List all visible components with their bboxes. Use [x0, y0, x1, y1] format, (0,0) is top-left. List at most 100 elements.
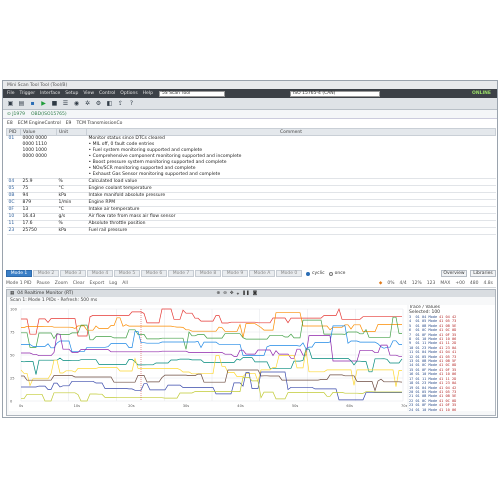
- cursor-icon[interactable]: ⌖: [237, 291, 240, 297]
- pid-row[interactable]: 04 25.9% Calculated load value: [6, 178, 496, 186]
- play-icon[interactable]: ▶: [39, 99, 48, 108]
- pid-row[interactable]: 0C 879 1/min Engine RPM: [6, 199, 496, 207]
- pid-cell-pid: 04: [6, 178, 21, 186]
- menu-interface[interactable]: Interface: [39, 91, 61, 96]
- legend-item[interactable]: Export: [90, 281, 105, 286]
- mode-button[interactable]: Mode 3: [60, 270, 86, 277]
- plot-tools: ⊕ ⊖ ✥ ⌖ ❚❚ ◙: [216, 291, 257, 297]
- zoom-out-icon[interactable]: ⊖: [223, 291, 227, 297]
- pid-cell-pid: 0F: [6, 206, 21, 214]
- legend-value: 4.8s: [483, 281, 493, 286]
- pid-cell-unit: %: [56, 220, 87, 228]
- col-unit[interactable]: Unit: [56, 128, 87, 136]
- pid-cell-unit: °C: [56, 185, 87, 193]
- pause-icon[interactable]: ❚❚: [242, 291, 250, 297]
- export-icon[interactable]: ⇪: [116, 99, 125, 108]
- mode-button[interactable]: Mode 0: [276, 270, 302, 277]
- connection-status: ONLINE: [472, 91, 491, 96]
- signal-trace: [21, 316, 402, 350]
- col-comment[interactable]: Comment: [86, 128, 496, 136]
- pid-row[interactable]: 23 25750 kPa Fuel rail pressure: [6, 227, 496, 235]
- legend-item[interactable]: Mode 1 PID: [6, 281, 32, 286]
- pid-cell-comment: Calculated load value: [86, 178, 496, 186]
- toolbar: ▣ ▤ ▪ ▶ ■ ☰ ◉ ✲ ⚙ ◧ ⇪ ?: [3, 98, 497, 110]
- pid-cell-comment: Air flow rate from mass air flow sensor: [86, 213, 496, 221]
- pid-cell-value: 17.6: [20, 220, 57, 228]
- gear-icon[interactable]: ⚙: [94, 99, 103, 108]
- pid-row[interactable]: 01 0000 0000 0000 1110 1000 1000 0000 000…: [6, 135, 496, 179]
- pid-cell-value: 13: [20, 206, 57, 214]
- menu-view[interactable]: View: [82, 91, 95, 96]
- legend-item[interactable]: Pause: [37, 281, 50, 286]
- legend-item[interactable]: Zoom: [55, 281, 68, 286]
- pid-row[interactable]: 10 16.43 g/s Air flow rate from mass air fl…: [6, 213, 496, 221]
- scan-tool-select[interactable]: 5S Scan Tool: [158, 90, 225, 97]
- trace-row[interactable]: 24 01 10 Mode 41 10 06: [409, 408, 495, 411]
- trace-list[interactable]: 3 01 04 Mode 41 04 42 4 01 05 Mode 41 05 73…: [409, 315, 495, 411]
- col-value[interactable]: Value: [20, 128, 57, 136]
- pid-cell-value: 879: [20, 199, 57, 207]
- help-icon[interactable]: ?: [127, 99, 136, 108]
- realtime-plot[interactable]: 100 75 50 25 0 0s 10s 20s 30s 40s 50s 60s 70s: [9, 305, 407, 411]
- ecu-name[interactable]: ECM EngineControl: [18, 121, 61, 126]
- mode-button[interactable]: Mode 2: [33, 270, 59, 277]
- mode-button[interactable]: Mode 9: [222, 270, 248, 277]
- zoom-in-icon[interactable]: ⊕: [216, 291, 220, 297]
- open-icon[interactable]: ▤: [17, 99, 26, 108]
- legend-value: 0%: [387, 281, 395, 286]
- x-tick-label: 50s: [292, 404, 299, 408]
- mode-name[interactable]: TCM TransmissionCo: [76, 121, 122, 126]
- mode-button[interactable]: Mode 8: [195, 270, 221, 277]
- mode-button[interactable]: Mode 1: [6, 270, 32, 277]
- libraries-button[interactable]: Libraries: [470, 270, 496, 277]
- stop-icon[interactable]: ■: [50, 99, 59, 108]
- settings-icon[interactable]: ✲: [83, 99, 92, 108]
- pid-cell-pid: 01: [6, 135, 21, 179]
- col-pid[interactable]: PID: [6, 128, 21, 136]
- camera-icon[interactable]: ◙: [253, 291, 257, 297]
- mode-button[interactable]: Mode A: [249, 270, 275, 277]
- menu-setup[interactable]: Setup: [64, 91, 79, 96]
- mode-button[interactable]: Mode 6: [141, 270, 167, 277]
- save-icon[interactable]: ▣: [6, 99, 15, 108]
- legend-item[interactable]: Clear: [73, 281, 85, 286]
- pid-cell-pid: 23: [6, 227, 21, 235]
- menu-control[interactable]: Control: [98, 91, 116, 96]
- mode-button[interactable]: Mode 4: [87, 270, 113, 277]
- y-tick-label: 50: [10, 354, 15, 358]
- menu-trigger[interactable]: Trigger: [19, 91, 37, 96]
- legend-item[interactable]: All: [122, 281, 128, 286]
- x-tick-label: 10s: [74, 404, 81, 408]
- menu-file[interactable]: File: [6, 91, 16, 96]
- pid-row[interactable]: 0F 13 °C Intake air temperature: [6, 206, 496, 214]
- filter-icon[interactable]: ◧: [105, 99, 114, 108]
- pid-cell-value: 25.9: [20, 178, 57, 186]
- radio-once[interactable]: once: [328, 271, 345, 276]
- legend-value: +00: [455, 281, 465, 286]
- radio-cyclic-label: cyclic: [312, 271, 325, 276]
- mode-button[interactable]: Mode 7: [168, 270, 194, 277]
- signal-trace: [21, 312, 402, 338]
- signal-trace: [21, 377, 402, 402]
- tab-j1979[interactable]: ⊙ J1979: [7, 112, 25, 117]
- pan-icon[interactable]: ✥: [230, 291, 234, 297]
- overview-button[interactable]: Overview: [441, 270, 467, 277]
- pid-row[interactable]: 0B 94 kPa Intake manifold absolute pressure: [6, 192, 496, 200]
- window-title: Mini Scan Tool Tool (Tool/B): [7, 82, 68, 88]
- legend-item[interactable]: Log: [109, 281, 117, 286]
- mode-button[interactable]: Mode 5: [114, 270, 140, 277]
- pid-cell-pid: 05: [6, 185, 21, 193]
- list-icon[interactable]: ☰: [61, 99, 70, 108]
- radio-cyclic[interactable]: cyclic: [306, 271, 325, 276]
- menu-help[interactable]: Help: [142, 91, 154, 96]
- tab-obd[interactable]: OBD(ISO15765): [31, 112, 67, 117]
- pid-cell-unit: kPa: [56, 227, 87, 235]
- pid-row[interactable]: 11 17.6% Absolute throttle position: [6, 220, 496, 228]
- mode-selector-bar: Mode 1 Mode 2 Mode 3 Mode 4 Mode 5 Mode …: [6, 269, 496, 278]
- protocol-select[interactable]: ISO 15765-4 (CAN): [289, 90, 380, 97]
- connect-icon[interactable]: ▪: [28, 99, 37, 108]
- pid-cell-value: 25750: [20, 227, 57, 235]
- record-icon[interactable]: ◉: [72, 99, 81, 108]
- menu-options[interactable]: Options: [119, 91, 138, 96]
- pid-row[interactable]: 05 75 °C Engine coolant temperature: [6, 185, 496, 193]
